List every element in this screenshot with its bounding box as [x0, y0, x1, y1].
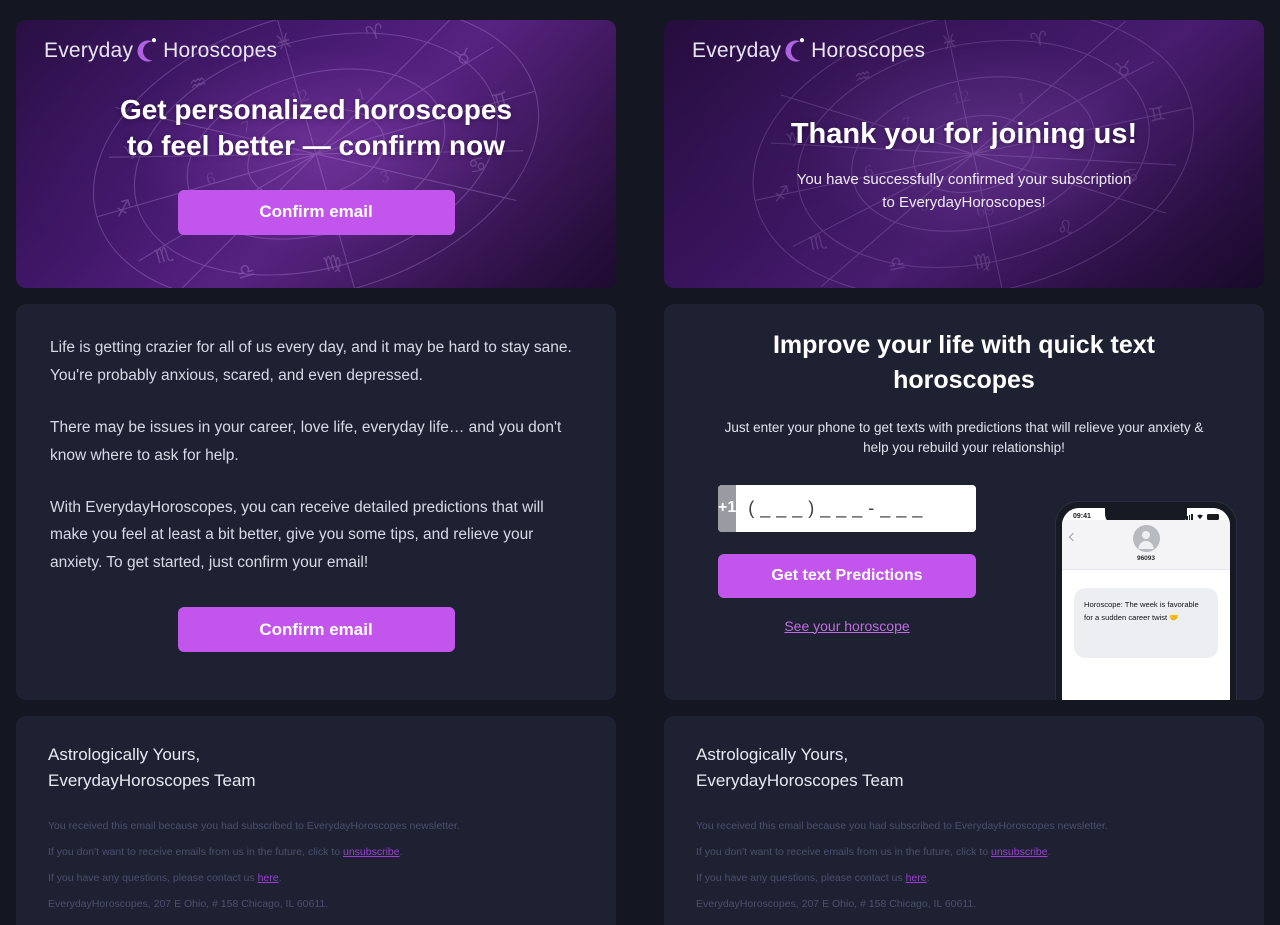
- phone-mockup: 09:41 96093 Horoscope: The week is favor…: [1056, 502, 1236, 700]
- email-preview-page: ♓♈ ♉♊ ♋♌ ♍♎ ♏♐ ♑♒ 121 23 45 67 Everyday: [0, 0, 1280, 925]
- right-fine-print: You received this email because you had …: [696, 813, 1232, 918]
- left-hero-title-line1: Get personalized horoscopes: [119, 94, 513, 125]
- fine-unsubscribe-line: If you don't want to receive emails from…: [48, 839, 584, 865]
- brand-logo: Everyday Horoscopes: [44, 36, 277, 66]
- phone-screen: 09:41 96093 Horoscope: The week is favor…: [1062, 508, 1230, 700]
- body-paragraph-3: With EverydayHoroscopes, you can receive…: [50, 498, 544, 572]
- body-paragraph-1: Life is getting crazier for all of us ev…: [50, 339, 572, 384]
- right-footer-card: Astrologically Yours, EverydayHoroscopes…: [664, 716, 1264, 925]
- right-hero-subtitle: You have successfully confirmed your sub…: [797, 169, 1132, 214]
- fine-address-line: EverydayHoroscopes, 207 E Ohio, # 158 Ch…: [48, 898, 329, 911]
- phone-number-input[interactable]: [736, 484, 976, 532]
- fine-contact-line: If you have any questions, please contac…: [48, 865, 584, 891]
- body-paragraph-2: There may be issues in your career, love…: [50, 418, 562, 464]
- unsubscribe-link[interactable]: unsubscribe: [991, 846, 1048, 858]
- battery-icon: [1207, 513, 1219, 520]
- fine-unsubscribe-line: If you don't want to receive emails from…: [696, 839, 1232, 865]
- unsub-suffix: .: [399, 845, 403, 858]
- contact-prefix: If you have any questions, please contac…: [48, 872, 258, 885]
- right-promo-card: Improve your life with quick text horosc…: [664, 304, 1264, 700]
- sign-off-line2: EverydayHoroscopes Team: [48, 771, 256, 791]
- right-sign-off: Astrologically Yours, EverydayHoroscopes…: [696, 742, 1232, 795]
- contact-avatar: [1132, 525, 1160, 552]
- left-footer-card: Astrologically Yours, EverydayHoroscopes…: [16, 716, 616, 925]
- unsubscribe-link[interactable]: unsubscribe: [343, 846, 400, 858]
- left-hero-banner: ♓♈ ♉♊ ♋♌ ♍♎ ♏♐ ♑♒ 121 23 45 67 Everyday: [16, 20, 616, 288]
- logo-word-horoscopes: Horoscopes: [163, 39, 278, 62]
- promo-title: Improve your life with quick text horosc…: [772, 331, 1156, 394]
- left-sign-off: Astrologically Yours, EverydayHoroscopes…: [48, 742, 584, 795]
- unsub-suffix: .: [1047, 845, 1051, 858]
- phone-field-group[interactable]: +1: [718, 484, 976, 532]
- unsub-prefix: If you don't want to receive emails from…: [696, 845, 991, 858]
- right-hero-title: Thank you for joining us!: [790, 118, 1138, 150]
- left-email-column: ♓♈ ♉♊ ♋♌ ♍♎ ♏♐ ♑♒ 121 23 45 67 Everyday: [16, 20, 616, 925]
- sms-message-bubble: Horoscope: The week is favorable for a s…: [1074, 588, 1218, 658]
- hero-confirm-email-button[interactable]: Confirm email: [177, 189, 455, 235]
- contact-prefix: If you have any questions, please contac…: [696, 872, 906, 885]
- left-hero-title-line2: to feel better — confirm now: [126, 129, 505, 161]
- logo-word-everyday: Everyday: [44, 39, 134, 62]
- left-fine-print: You received this email because you had …: [48, 813, 584, 918]
- fine-contact-line: If you have any questions, please contac…: [696, 865, 1232, 891]
- get-text-predictions-button[interactable]: Get text Predictions: [718, 553, 976, 598]
- left-hero-title: Get personalized horoscopes to feel bett…: [120, 92, 512, 164]
- left-body-card: Life is getting crazier for all of us ev…: [16, 304, 616, 700]
- see-your-horoscope-link[interactable]: See your horoscope: [784, 618, 909, 634]
- logo-word-everyday: Everyday: [692, 39, 782, 62]
- status-time: 09:41: [1073, 513, 1091, 520]
- contact-here-link[interactable]: here: [906, 872, 927, 884]
- unsub-prefix: If you don't want to receive emails from…: [48, 845, 343, 858]
- country-code-label: +1: [718, 484, 737, 532]
- right-hero-banner: ♓ ♈ ♉ ♊ ♋ ♌ ♍ ♎ ♏ ♐ ♑ ♒ 12 1 23 69 5 67 Everyday: [664, 20, 1264, 288]
- contact-suffix: .: [278, 872, 282, 885]
- fine-subscribed-line: You received this email because you had …: [696, 819, 1108, 832]
- crescent-moon-star-icon: [785, 38, 805, 62]
- left-hero-content: Everyday Horoscopes Get personalized hor…: [16, 20, 616, 288]
- status-icons: [1183, 513, 1219, 520]
- sign-off-line1: Astrologically Yours,: [48, 745, 201, 764]
- logo-word-horoscopes: Horoscopes: [811, 39, 926, 62]
- phone-chat-header: 96093: [1062, 520, 1230, 570]
- contact-suffix: .: [926, 872, 930, 885]
- right-hero-sub-line1: You have successfully confirmed your sub…: [796, 171, 1132, 189]
- fine-subscribed-line: You received this email because you had …: [48, 819, 460, 832]
- sign-off-line1: Astrologically Yours,: [696, 745, 849, 764]
- promo-subtitle: Just enter your phone to get texts with …: [724, 420, 1204, 456]
- fine-address-line: EverydayHoroscopes, 207 E Ohio, # 158 Ch…: [696, 898, 977, 911]
- promo-form: +1 Get text Predictions See your horosco…: [718, 484, 976, 634]
- back-chevron-icon[interactable]: [1068, 532, 1078, 542]
- wifi-icon: [1197, 514, 1203, 520]
- sign-off-line2: EverydayHoroscopes Team: [696, 771, 904, 791]
- brand-logo-right: Everyday Horoscopes: [692, 36, 925, 66]
- right-email-column: ♓ ♈ ♉ ♊ ♋ ♌ ♍ ♎ ♏ ♐ ♑ ♒ 12 1 23 69 5 67 Everyday: [664, 20, 1264, 925]
- body-confirm-email-button[interactable]: Confirm email: [177, 607, 455, 653]
- right-hero-sub-line2: to EverydayHoroscopes!: [882, 193, 1046, 211]
- sms-sender-name: 96093: [1136, 555, 1156, 562]
- contact-here-link[interactable]: here: [258, 872, 279, 884]
- right-hero-content: Everyday Horoscopes Thank you for joinin…: [664, 20, 1264, 288]
- crescent-moon-star-icon: [137, 38, 157, 62]
